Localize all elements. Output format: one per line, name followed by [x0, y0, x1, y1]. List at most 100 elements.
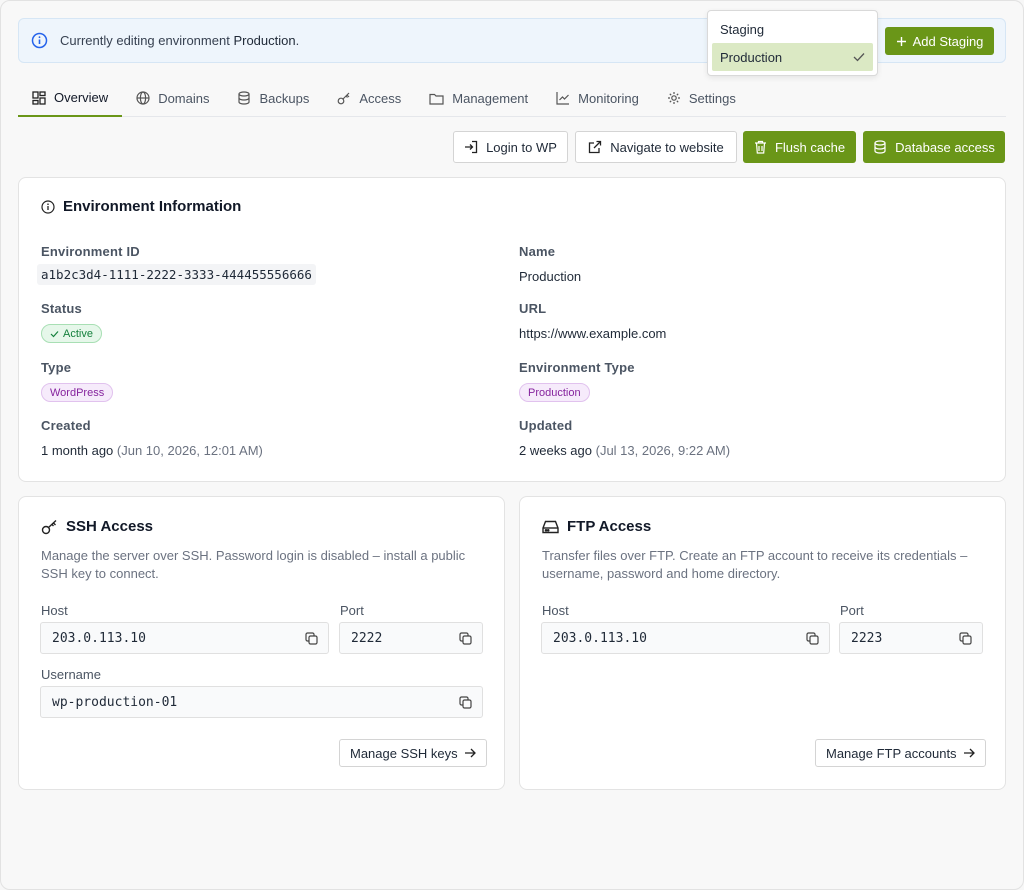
environment-type-text: Production	[528, 386, 581, 399]
environment-type-badge: Production	[519, 383, 590, 402]
env-option-staging[interactable]: Staging	[712, 15, 873, 43]
ssh-port-value: 2222	[351, 630, 383, 646]
type-text: WordPress	[50, 386, 105, 399]
env-id-value: a1b2c3d4-1111-2222-3333-444455556666	[37, 264, 316, 285]
ssh-port-field[interactable]: 2222	[339, 622, 483, 654]
key-icon	[337, 91, 351, 105]
ftp-description-line: username, password and home directory.	[542, 566, 781, 581]
copy-icon[interactable]	[305, 631, 318, 645]
folder-icon	[429, 92, 444, 105]
type-badge: WordPress	[41, 383, 114, 402]
arrow-right-icon	[963, 748, 975, 758]
url-value: https://www.example.com	[519, 326, 667, 341]
ftp-port-field[interactable]: 2223	[839, 622, 983, 654]
env-id-label: Environment ID	[41, 244, 140, 259]
created-relative: 1 month ago	[41, 443, 114, 458]
tab-management[interactable]: Management	[415, 80, 542, 116]
arrow-right-icon	[464, 748, 476, 758]
info-icon	[31, 32, 48, 49]
tab-bar: Overview Domains Backups Access Manageme…	[18, 80, 1006, 117]
ssh-description-line: Manage the server over SSH. Password log…	[41, 548, 466, 563]
updated-relative: 2 weeks ago	[519, 443, 592, 458]
ssh-port-label: Port	[340, 603, 364, 618]
manage-ssh-keys-button[interactable]: Manage SSH keys	[339, 739, 487, 767]
manage-ftp-accounts-button[interactable]: Manage FTP accounts	[815, 739, 986, 767]
env-option-production[interactable]: Production	[712, 43, 873, 71]
database-icon	[237, 91, 251, 105]
tab-label: Domains	[158, 90, 210, 106]
tab-label: Monitoring	[578, 90, 639, 106]
card-title-text: Environment Information	[63, 198, 242, 215]
checkmark-icon	[50, 330, 59, 338]
hard-drive-icon	[542, 520, 559, 534]
type-label: Type	[41, 360, 72, 375]
ssh-host-field[interactable]: 203.0.113.10	[40, 622, 329, 654]
copy-icon[interactable]	[806, 631, 819, 645]
ftp-access-title: FTP Access	[542, 518, 651, 535]
tab-label: Management	[452, 90, 529, 106]
copy-icon[interactable]	[459, 631, 472, 645]
status-badge: Active	[41, 324, 102, 343]
name-label: Name	[519, 244, 556, 259]
login-to-wp-label: Login to WP	[486, 139, 557, 155]
info-icon	[41, 199, 55, 214]
tab-monitoring[interactable]: Monitoring	[542, 80, 653, 116]
ssh-username-label: Username	[41, 667, 101, 682]
checkmark-icon	[853, 52, 865, 62]
created-absolute: (Jun 10, 2026, 12:01 AM)	[116, 443, 263, 458]
tab-backups[interactable]: Backups	[223, 80, 323, 116]
ftp-host-value: 203.0.113.10	[553, 630, 647, 646]
env-option-label: Production	[720, 49, 783, 65]
updated-label: Updated	[519, 418, 573, 433]
environment-information-title: Environment Information	[41, 198, 241, 215]
tab-settings[interactable]: Settings	[653, 80, 750, 116]
tab-access[interactable]: Access	[323, 80, 415, 116]
environment-type-label: Environment Type	[519, 360, 635, 375]
banner-env-name: Production	[233, 33, 296, 48]
tab-overview[interactable]: Overview	[18, 80, 123, 117]
banner-text: Currently editing environment Production…	[60, 33, 300, 48]
database-access-button[interactable]: Database access	[863, 131, 1005, 163]
ssh-description-line: SSH key to connect.	[41, 566, 159, 581]
name-value: Production	[519, 269, 582, 284]
ssh-host-value: 203.0.113.10	[52, 630, 146, 646]
globe-icon	[136, 91, 150, 105]
created-label: Created	[41, 418, 91, 433]
chart-icon	[556, 91, 570, 105]
database-icon	[873, 140, 887, 154]
card-title-text: FTP Access	[567, 518, 652, 535]
ssh-access-card: SSH Access Manage the server over SSH. P…	[18, 496, 505, 790]
ftp-description: Transfer files over FTP. Create an FTP a…	[542, 547, 967, 583]
manage-ftp-accounts-label: Manage FTP accounts	[826, 745, 957, 761]
flush-cache-button[interactable]: Flush cache	[743, 131, 856, 163]
tab-label: Access	[359, 90, 402, 106]
ftp-port-label: Port	[840, 603, 864, 618]
navigate-to-website-button[interactable]: Navigate to website	[575, 131, 737, 163]
ssh-access-title: SSH Access	[41, 518, 153, 535]
tab-label: Settings	[688, 90, 736, 106]
login-icon	[464, 140, 478, 154]
ssh-username-field[interactable]: wp-production-01	[40, 686, 483, 718]
plus-icon	[896, 36, 907, 47]
environment-dropdown-menu: Staging Production	[707, 10, 878, 76]
ftp-host-field[interactable]: 203.0.113.10	[541, 622, 830, 654]
tab-label: Backups	[259, 90, 310, 106]
copy-icon[interactable]	[959, 631, 972, 645]
ftp-access-card: FTP Access Transfer files over FTP. Crea…	[519, 496, 1006, 790]
grid-icon	[32, 90, 46, 105]
card-title-text: SSH Access	[66, 518, 153, 535]
key-icon	[41, 519, 58, 535]
add-staging-label: Add Staging	[912, 33, 984, 49]
status-label: Status	[41, 301, 82, 316]
add-staging-button[interactable]: Add Staging	[885, 27, 994, 55]
copy-icon[interactable]	[459, 695, 472, 709]
ssh-username-value: wp-production-01	[52, 694, 178, 710]
tab-domains[interactable]: Domains	[122, 80, 223, 116]
updated-value: 2 weeks ago (Jul 13, 2026, 9:22 AM)	[519, 443, 730, 458]
ssh-host-label: Host	[41, 603, 68, 618]
manage-ssh-keys-label: Manage SSH keys	[350, 745, 458, 761]
login-to-wp-button[interactable]: Login to WP	[453, 131, 568, 163]
database-access-label: Database access	[895, 139, 995, 155]
env-id-text: a1b2c3d4-1111-2222-3333-444455556666	[37, 264, 316, 285]
gear-icon	[667, 91, 681, 105]
